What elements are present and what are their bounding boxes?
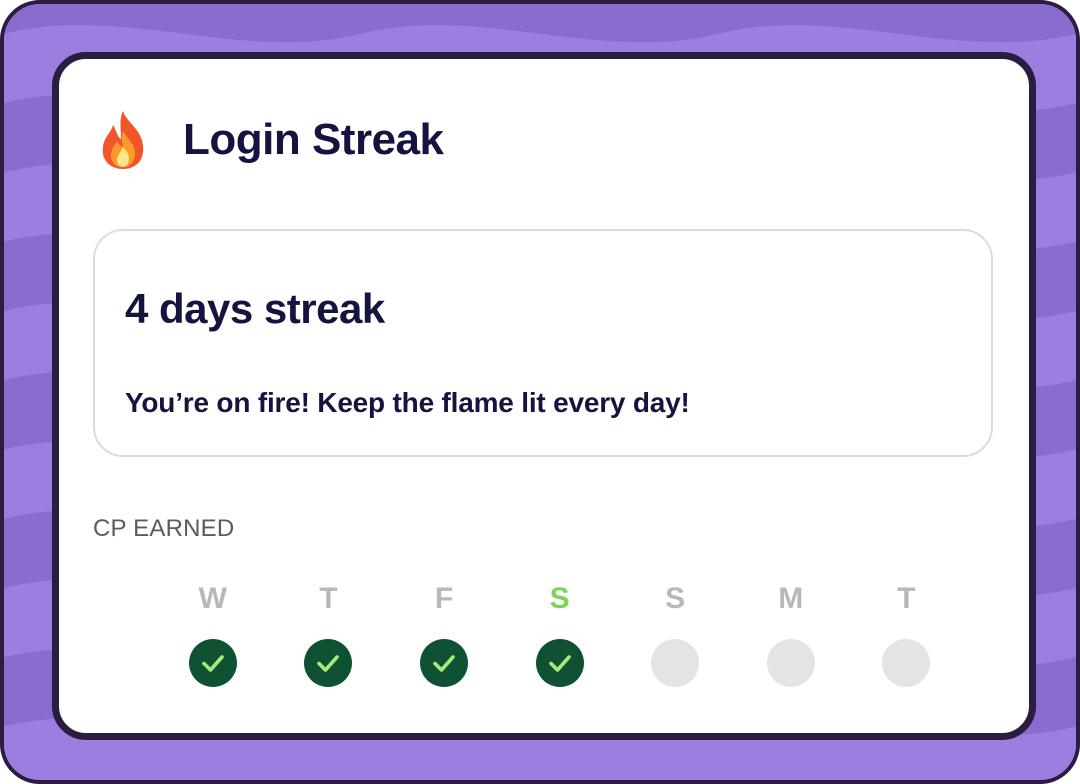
check-icon — [433, 655, 455, 672]
day-complete-indicator — [304, 639, 353, 687]
streak-message: You’re on fire! Keep the flame lit every… — [125, 387, 690, 418]
day-complete-indicator — [188, 639, 237, 687]
day-item-current: S — [502, 581, 618, 687]
day-letter: T — [319, 582, 338, 615]
day-item: M — [733, 581, 849, 687]
day-item: S — [617, 581, 733, 687]
card-header: Login Streak — [97, 109, 444, 171]
day-item: T — [271, 581, 387, 687]
day-letter: T — [897, 582, 916, 615]
day-item: T — [849, 581, 965, 687]
day-pending-indicator — [766, 639, 815, 687]
day-item: W — [155, 581, 271, 687]
weekday-tracker: W T F S S M T — [155, 581, 964, 687]
card-title: Login Streak — [183, 115, 444, 164]
check-icon — [317, 655, 340, 672]
check-icon — [548, 655, 571, 672]
day-letter-current: S — [549, 582, 570, 615]
day-letter: W — [198, 582, 227, 615]
day-complete-indicator — [419, 639, 468, 687]
login-streak-card: Login Streak 4 days streak You’re on fir… — [52, 52, 1036, 740]
fire-icon — [102, 111, 144, 169]
day-letter: M — [778, 582, 804, 615]
day-complete-indicator — [535, 639, 584, 687]
day-pending-indicator — [882, 639, 931, 687]
streak-count: 4 days streak — [125, 285, 385, 332]
day-pending-indicator — [651, 639, 700, 687]
streak-summary-box: 4 days streak You’re on fire! Keep the f… — [93, 229, 993, 457]
day-letter: F — [434, 582, 454, 615]
cp-earned-label: CP EARNED — [93, 515, 235, 542]
day-item: F — [386, 581, 502, 687]
popup-frame: Login Streak 4 days streak You’re on fir… — [0, 0, 1080, 784]
check-icon — [201, 655, 224, 672]
day-letter: S — [665, 582, 686, 615]
